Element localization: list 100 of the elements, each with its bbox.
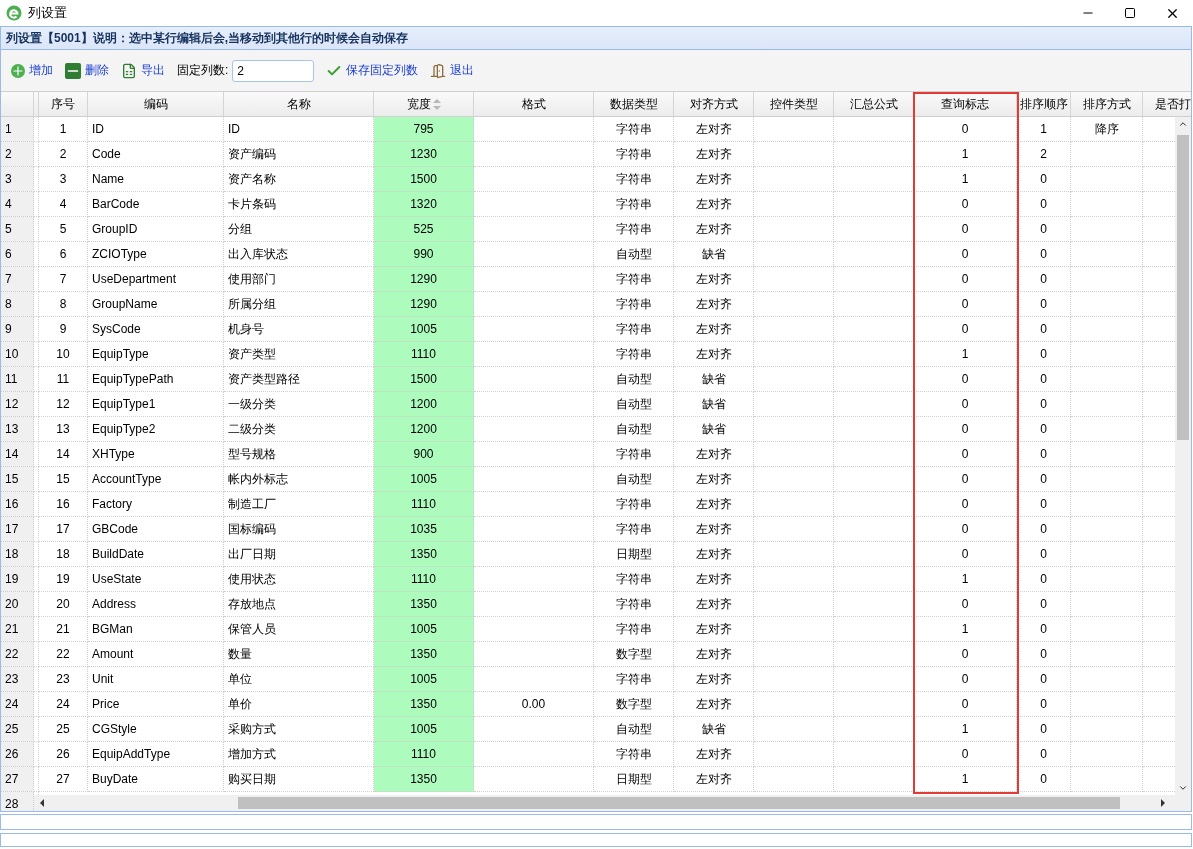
table-cell: 左对齐 (674, 592, 754, 617)
column-header[interactable]: 编码 (88, 92, 224, 117)
table-cell: ZCIOType (88, 242, 224, 267)
table-cell: EquipType2 (88, 417, 224, 442)
table-cell: BarCode (88, 192, 224, 217)
row-number: 10 (1, 342, 34, 367)
column-header[interactable]: 数据类型 (594, 92, 674, 117)
table-cell: 0 (1017, 692, 1071, 717)
table-cell: 4 (39, 192, 88, 217)
table-cell: 0 (914, 642, 1017, 667)
column-header[interactable]: 名称 (224, 92, 374, 117)
table-cell: 1200 (374, 417, 474, 442)
table-cell: 1035 (374, 517, 474, 542)
table-cell: 单价 (224, 692, 374, 717)
table-cell: 数量 (224, 642, 374, 667)
column-header[interactable]: 是否打 (1143, 92, 1191, 117)
table-cell (1071, 742, 1143, 767)
table-cell: 保管人员 (224, 617, 374, 642)
toolbar-button[interactable]: 保存固定列数 (326, 62, 419, 79)
table-cell: 字符串 (594, 192, 674, 217)
table-cell: 左对齐 (674, 667, 754, 692)
table-cell: Factory (88, 492, 224, 517)
table-cell: 一级分类 (224, 392, 374, 417)
column-header[interactable]: 序号 (39, 92, 88, 117)
column-header[interactable]: 格式 (474, 92, 594, 117)
table-cell: 左对齐 (674, 217, 754, 242)
table-cell (1071, 417, 1143, 442)
table-cell: 1290 (374, 267, 474, 292)
table-cell: 帐内外标志 (224, 467, 374, 492)
row-number: 6 (1, 242, 34, 267)
column-header[interactable]: 对齐方式 (674, 92, 754, 117)
app-logo-icon (6, 5, 22, 21)
table-cell: 0 (914, 317, 1017, 342)
row-number: 14 (1, 442, 34, 467)
table-cell (1071, 517, 1143, 542)
table-cell: 0 (1017, 317, 1071, 342)
row-number: 27 (1, 767, 34, 792)
table-cell: 左对齐 (674, 317, 754, 342)
table-cell: 1350 (374, 692, 474, 717)
table-cell: 字符串 (594, 492, 674, 517)
fixed-columns-field[interactable]: 2 (232, 59, 315, 82)
table-cell (1071, 342, 1143, 367)
table-cell: BuildDate (88, 542, 224, 567)
table-cell: 单位 (224, 667, 374, 692)
table-cell: 日期型 (594, 542, 674, 567)
table-cell: 0 (1017, 417, 1071, 442)
row-number: 18 (1, 542, 34, 567)
table-cell: 左对齐 (674, 617, 754, 642)
table-cell: GroupID (88, 217, 224, 242)
table-cell: 缺省 (674, 392, 754, 417)
toolbar-button[interactable]: 退出 (430, 62, 475, 79)
table-cell: EquipTypePath (88, 367, 224, 392)
table-cell: 0 (1017, 242, 1071, 267)
table-cell (1071, 392, 1143, 417)
toolbar-button[interactable]: 删除 (65, 62, 109, 79)
scroll-down-icon[interactable] (1178, 783, 1188, 793)
vertical-scrollbar[interactable] (1175, 117, 1191, 795)
table-cell: 0 (914, 742, 1017, 767)
table-cell: 0 (1017, 542, 1071, 567)
table-cell: 字符串 (594, 167, 674, 192)
table-cell: CGStyle (88, 717, 224, 742)
table-cell: 1 (914, 142, 1017, 167)
row-number: 19 (1, 567, 34, 592)
scroll-up-icon[interactable] (1178, 119, 1188, 129)
table-cell: 自动型 (594, 242, 674, 267)
table-cell (1071, 542, 1143, 567)
table-cell: 字符串 (594, 142, 674, 167)
column-header[interactable]: 查询标志 (914, 92, 1017, 117)
table-cell: AccountType (88, 467, 224, 492)
table-cell: 购买日期 (224, 767, 374, 792)
table-cell: 990 (374, 242, 474, 267)
column-header[interactable]: 控件类型 (754, 92, 834, 117)
column-header[interactable]: 排序方式 (1071, 92, 1143, 117)
column-header[interactable]: 宽度 (374, 92, 474, 117)
table-cell: 0 (914, 217, 1017, 242)
table-cell: 资产编码 (224, 142, 374, 167)
table-cell: 左对齐 (674, 117, 754, 142)
toolbar-button[interactable]: 增加 (11, 62, 53, 79)
table-cell: 0 (1017, 467, 1071, 492)
table-cell: 10 (39, 342, 88, 367)
table-cell: 存放地点 (224, 592, 374, 617)
column-header[interactable]: 汇总公式 (834, 92, 914, 117)
table-cell: 缺省 (674, 367, 754, 392)
table-cell: 1350 (374, 767, 474, 792)
row-number: 8 (1, 292, 34, 317)
table-cell: 1005 (374, 717, 474, 742)
toolbar-button[interactable]: 导出 (121, 62, 165, 79)
table-cell: 17 (39, 517, 88, 542)
table-cell: 26 (39, 742, 88, 767)
spreadsheet-icon (121, 62, 137, 79)
table-cell: 1 (914, 767, 1017, 792)
table-cell: 22 (39, 642, 88, 667)
table-cell: 1110 (374, 742, 474, 767)
row-number: 25 (1, 717, 34, 742)
table-cell: 1110 (374, 567, 474, 592)
table-cell: 0 (1017, 342, 1071, 367)
table-cell: 左对齐 (674, 267, 754, 292)
column-header[interactable]: 排序顺序 (1017, 92, 1071, 117)
horizontal-scrollbar[interactable] (34, 795, 1191, 811)
table-cell: 0 (1017, 517, 1071, 542)
